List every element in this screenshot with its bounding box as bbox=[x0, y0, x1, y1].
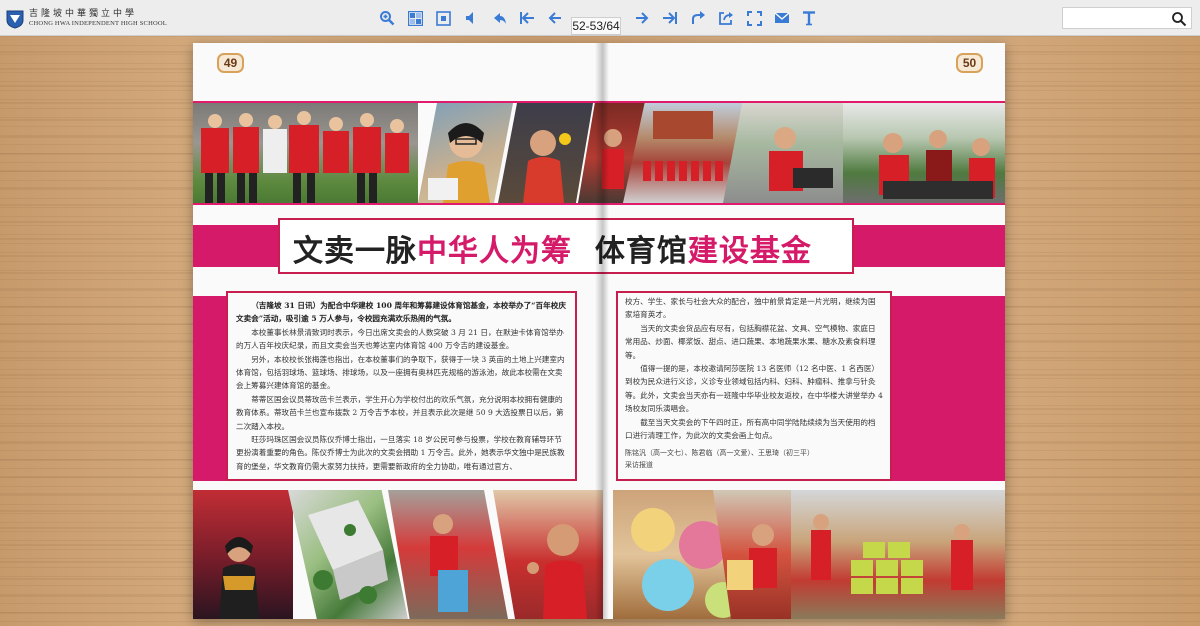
zoom-in-icon[interactable] bbox=[377, 8, 397, 28]
article-paragraph: 值得一提的是，本校邀请阿莎医院 13 名医师（12 名中医、1 名西医）到校为民… bbox=[625, 364, 883, 414]
photo-guests-group bbox=[193, 103, 418, 203]
photo-boy-eating bbox=[493, 490, 603, 619]
photo-girls-at-stall bbox=[723, 103, 843, 203]
article-right-column: 校方、学生、家长与社会大众的配合，独中前景肯定是一片光明，继续为国家培育英才。 … bbox=[616, 291, 892, 481]
photo-woman-with-flower bbox=[498, 103, 593, 203]
title-part-2: 中华人为筹 bbox=[417, 234, 572, 269]
credit-role: 采访报道 bbox=[625, 461, 653, 470]
export-icon[interactable] bbox=[716, 8, 736, 28]
book-spine bbox=[595, 43, 609, 619]
article-lead: （吉隆坡 31 日讯）为配合中华建校 100 周年和筹募建设体育馆基金，本校举办… bbox=[236, 301, 566, 324]
title-part-1: 文卖一脉 bbox=[293, 234, 417, 269]
article-paragraph: 当天的文卖会货品应有尽有，包括胸襟花盆、文具、空气模物、家庭日常用品、炒面、椰浆… bbox=[625, 323, 876, 360]
forward-icon[interactable] bbox=[688, 8, 708, 28]
page-indicator[interactable]: 52-53/64 bbox=[571, 17, 621, 35]
article-paragraph: 旺莎玛珠区国会议员陈仪乔博士指出，一旦落实 18 岁公民可参与投票，学校在教育辅… bbox=[236, 435, 565, 471]
magazine-spread[interactable]: 49 50 文卖一脉中华人为筹 体育馆建设基金 （吉隆坡 31 日讯）为配合中华… bbox=[193, 43, 1005, 619]
email-icon[interactable] bbox=[772, 8, 792, 28]
photo-snack-stall bbox=[791, 490, 1005, 619]
article-paragraph: 本校董事长林景清致词时表示，今日出席文卖会的人数突破 3 月 21 日，在默迪卡… bbox=[236, 327, 564, 351]
previous-page-icon[interactable] bbox=[545, 8, 565, 28]
right-pink-accent bbox=[892, 296, 1005, 481]
article-paragraph: 校方、学生、家长与社会大众的配合，独中前景肯定是一片光明，继续为国家培育英才。 bbox=[625, 297, 876, 320]
article-credit: 陈铭汎（高一文七）、陈君临（高一文爱）、王思琦（初三平） 采访报道 bbox=[625, 447, 883, 471]
article-paragraph: 蒂蒂区国会议员蒂玫芭卡兰表示，学生开心为学校付出的欢乐气氛，充分说明本校拥有健康… bbox=[236, 394, 564, 431]
share-icon[interactable] bbox=[489, 8, 509, 28]
right-page-number: 50 bbox=[956, 53, 983, 73]
left-page-number: 49 bbox=[217, 53, 244, 73]
title-part-4: 建设基金 bbox=[687, 234, 812, 269]
photo-students-with-machine bbox=[388, 490, 508, 619]
article-paragraph: 另外，本校校长张梅莲也指出，在本校董事们的争取下，获得于一块 3 英亩的土地上兴… bbox=[236, 354, 565, 391]
photo-school-building-aerial bbox=[288, 490, 408, 619]
article-left-column: （吉隆坡 31 日讯）为配合中华建校 100 周年和筹募建设体育馆基金，本校举办… bbox=[226, 291, 577, 481]
last-page-icon[interactable] bbox=[660, 8, 680, 28]
first-page-icon[interactable] bbox=[517, 8, 537, 28]
text-icon[interactable] bbox=[799, 8, 819, 28]
search-input[interactable] bbox=[1063, 9, 1167, 29]
credit-authors: 陈铭汎（高一文七）、陈君临（高一文爱）、王思琦（初三平） bbox=[625, 449, 814, 458]
sound-icon[interactable] bbox=[461, 8, 481, 28]
thumbnails-icon[interactable] bbox=[405, 8, 425, 28]
photo-food-stall bbox=[843, 103, 1005, 203]
article-title: 文卖一脉中华人为筹 体育馆建设基金 bbox=[293, 226, 838, 269]
photo-singer-on-stage bbox=[193, 490, 293, 619]
fullscreen-icon[interactable] bbox=[744, 8, 764, 28]
photo-speaker-at-podium bbox=[418, 103, 513, 203]
search-box bbox=[1062, 7, 1192, 29]
search-icon[interactable] bbox=[1171, 11, 1187, 27]
next-page-icon[interactable] bbox=[632, 8, 652, 28]
fit-page-icon[interactable] bbox=[433, 8, 453, 28]
left-pink-accent bbox=[193, 296, 226, 481]
viewer-toolbar: 吉隆坡中華獨立中學 CHONG HWA INDEPENDENT HIGH SCH… bbox=[0, 0, 1200, 36]
article-paragraph: 截至当天文卖会的下午四时正，所有高中同学陆陆续续为当天使用的档口进行清理工作，为… bbox=[625, 417, 876, 441]
